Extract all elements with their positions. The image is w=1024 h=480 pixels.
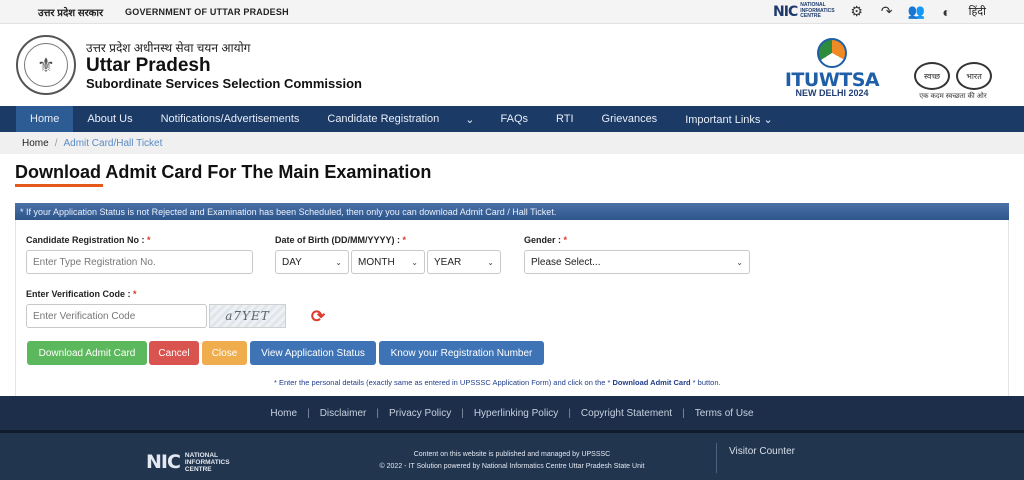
footer-link-hyperlinking[interactable]: Hyperlinking Policy bbox=[464, 408, 568, 419]
registration-label: Candidate Registration No : * bbox=[26, 235, 151, 245]
nic-logo[interactable]: NIC NATIONAL INFORMATICS CENTRE bbox=[773, 3, 835, 20]
footer-line-1: Content on this website is published and… bbox=[413, 451, 611, 458]
gov-hindi-label: उत्तर प्रदेश सरकार bbox=[38, 7, 104, 19]
download-admit-card-button[interactable]: Download Admit Card bbox=[27, 341, 147, 365]
up-emblem-logo[interactable]: ⚜ bbox=[16, 35, 76, 95]
footer-credits: Content on this website is published and… bbox=[362, 449, 662, 473]
admit-card-form: Candidate Registration No : * Date of Bi… bbox=[15, 220, 1009, 396]
itu-wheel-icon bbox=[817, 38, 847, 68]
breadcrumb-current[interactable]: Admit Card/Hall Ticket bbox=[63, 138, 162, 149]
visitor-counter: Visitor Counter bbox=[729, 446, 795, 457]
breadcrumb-home[interactable]: Home bbox=[22, 138, 49, 149]
gender-value: Please Select... bbox=[531, 256, 601, 268]
nav-item-home[interactable]: Home bbox=[16, 106, 74, 132]
glasses-icon: स्वच्छ भारत bbox=[898, 62, 1008, 90]
gender-select[interactable]: Please Select... ⌄ bbox=[524, 250, 750, 274]
footer-link-disclaimer[interactable]: Disclaimer bbox=[310, 408, 377, 419]
registration-input[interactable] bbox=[26, 250, 253, 274]
breadcrumb: Home / Admit Card/Hall Ticket bbox=[0, 132, 1024, 154]
info-banner: * If your Application Status is not Reje… bbox=[15, 203, 1009, 220]
brand-title: Uttar Pradesh bbox=[86, 55, 211, 76]
itu-word: ITUWTSA bbox=[784, 69, 880, 91]
audio-icon[interactable]: ↷ bbox=[879, 3, 895, 20]
footer-nic-text: NATIONAL INFORMATICS CENTRE bbox=[184, 451, 230, 473]
dob-day-value: DAY bbox=[282, 256, 302, 268]
nav-item-grievances[interactable]: Grievances bbox=[588, 106, 672, 132]
breadcrumb-separator: / bbox=[54, 137, 58, 149]
site-header: ⚜ उत्तर प्रदेश अधीनस्थ सेवा चयन आयोग Utt… bbox=[0, 24, 1024, 106]
footer-link-terms[interactable]: Terms of Use bbox=[685, 408, 764, 419]
footer-divider bbox=[716, 443, 717, 473]
nav-item-rti[interactable]: RTI bbox=[542, 106, 588, 132]
footer-bottom: NIC NATIONAL INFORMATICS CENTRE Content … bbox=[0, 430, 1024, 480]
view-application-status-button[interactable]: View Application Status bbox=[250, 341, 376, 365]
swachh-right-lens: भारत bbox=[956, 62, 992, 90]
cancel-button[interactable]: Cancel bbox=[149, 341, 199, 365]
gender-label: Gender : * bbox=[524, 235, 568, 245]
dob-day-select[interactable]: DAY ⌄ bbox=[275, 250, 349, 274]
contrast-icon[interactable]: ◐ bbox=[939, 4, 955, 20]
nic-mark: NIC bbox=[773, 3, 798, 20]
note-bold: Download Admit Card bbox=[612, 378, 691, 387]
chevron-down-icon: ⌄ bbox=[487, 257, 494, 267]
brand-hindi-title: उत्तर प्रदेश अधीनस्थ सेवा चयन आयोग bbox=[86, 41, 251, 55]
footer-link-privacy[interactable]: Privacy Policy bbox=[379, 408, 461, 419]
brand-subtitle: Subordinate Services Selection Commissio… bbox=[86, 76, 362, 91]
language-toggle[interactable]: हिंदी bbox=[969, 4, 986, 19]
chevron-down-icon: ⌄ bbox=[736, 257, 743, 267]
top-tools: NIC NATIONAL INFORMATICS CENTRE ⚙ ↷ 👥 ◐ … bbox=[773, 3, 986, 20]
nav-item-candidate-registration[interactable]: Candidate Registration bbox=[313, 106, 453, 132]
chevron-down-icon: ⌄ bbox=[411, 257, 418, 267]
dob-month-value: MONTH bbox=[358, 256, 395, 268]
footer-link-copyright[interactable]: Copyright Statement bbox=[571, 408, 682, 419]
footer-links: Home | Disclaimer | Privacy Policy | Hyperl… bbox=[0, 396, 1024, 430]
nav-item-important-links[interactable]: Important Links ⌄ bbox=[671, 106, 786, 132]
refresh-captcha-icon[interactable]: ⟳ bbox=[309, 307, 327, 326]
itu-wtsa-logo: ITUWTSA NEW DELHI 2024 bbox=[778, 38, 886, 104]
captcha-image: a7YET bbox=[209, 304, 286, 328]
dob-year-select[interactable]: YEAR ⌄ bbox=[427, 250, 501, 274]
nav-item-about-us[interactable]: About Us bbox=[73, 106, 146, 132]
swachh-left-lens: स्वच्छ bbox=[914, 62, 950, 90]
emblem-icon: ⚜ bbox=[24, 43, 68, 87]
verification-code-input[interactable] bbox=[26, 304, 207, 328]
swachh-bharat-logo: स्वच्छ भारत एक कदम स्वच्छता की ओर bbox=[898, 62, 1008, 110]
gov-english-label: GOVERNMENT OF UTTAR PRADESH bbox=[125, 6, 289, 17]
gov-top-bar: उत्तर प्रदेश सरकार GOVERNMENT OF UTTAR P… bbox=[0, 0, 1024, 24]
dob-year-value: YEAR bbox=[434, 256, 462, 268]
close-button[interactable]: Close bbox=[202, 341, 247, 365]
title-underline bbox=[15, 184, 103, 187]
brand-block: उत्तर प्रदेश अधीनस्थ सेवा चयन आयोग Uttar… bbox=[86, 39, 362, 91]
gear-icon[interactable]: ⚙ bbox=[849, 3, 865, 20]
footer-nic-mark: NIC bbox=[146, 451, 181, 473]
dob-label: Date of Birth (DD/MM/YYYY) : * bbox=[275, 235, 407, 245]
footer-line-2: © 2022 - IT Solution powered by National… bbox=[379, 463, 645, 470]
footer-nic-logo[interactable]: NIC NATIONAL INFORMATICS CENTRE bbox=[146, 451, 230, 473]
nav-item-faqs[interactable]: FAQs bbox=[487, 106, 543, 132]
form-note: * Enter the personal details (exactly sa… bbox=[274, 378, 721, 387]
verification-code-label: Enter Verification Code : * bbox=[26, 289, 137, 299]
know-registration-number-button[interactable]: Know your Registration Number bbox=[379, 341, 544, 365]
nav-item-notifications[interactable]: Notifications/Advertisements bbox=[147, 106, 314, 132]
main-nav: Home About Us Notifications/Advertisemen… bbox=[0, 106, 1024, 132]
nic-logo-text: NATIONAL INFORMATICS CENTRE bbox=[800, 2, 835, 20]
footer-link-home[interactable]: Home bbox=[260, 408, 307, 419]
nav-dropdown-toggle[interactable]: ⌄ bbox=[453, 106, 486, 132]
page-title: Download Admit Card For The Main Examina… bbox=[15, 162, 432, 182]
chevron-down-icon: ⌄ bbox=[335, 257, 342, 267]
dob-month-select[interactable]: MONTH ⌄ bbox=[351, 250, 425, 274]
swachh-tagline: एक कदम स्वच्छता की ओर bbox=[919, 93, 987, 100]
users-icon[interactable]: 👥 bbox=[908, 3, 925, 20]
